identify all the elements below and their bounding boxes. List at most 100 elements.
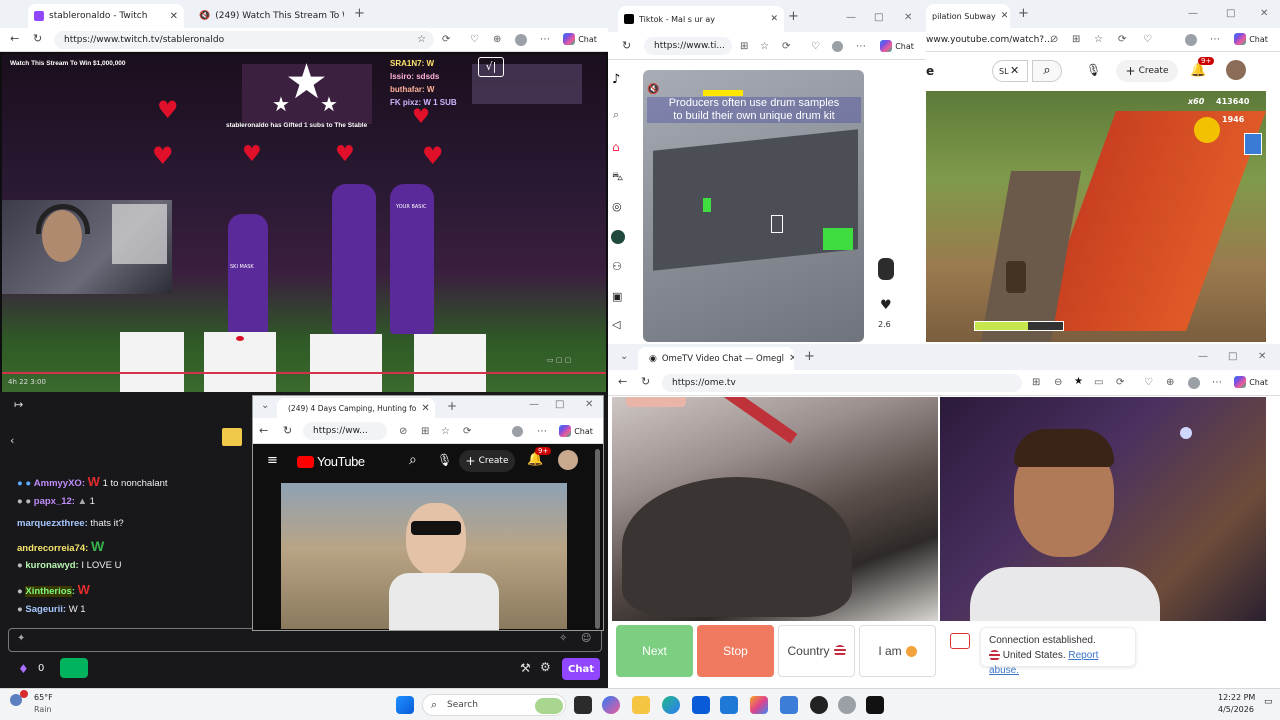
notepad-icon[interactable] <box>780 696 798 714</box>
copilot-chat-button[interactable]: Chat <box>563 33 597 45</box>
mail-icon[interactable] <box>720 696 738 714</box>
clear-search-icon[interactable]: ✕ <box>1010 64 1019 77</box>
stop-button[interactable]: Stop <box>697 625 774 677</box>
favorite-star-icon[interactable]: ☆ <box>1094 34 1103 45</box>
copilot-chat-button[interactable]: Chat <box>1234 33 1268 45</box>
tab-ometv[interactable]: ◉ OmeTV Video Chat — Omegl ✕ <box>638 347 794 370</box>
app-icon[interactable] <box>838 696 856 714</box>
account-avatar[interactable] <box>1226 60 1246 80</box>
minimize-icon[interactable]: — <box>1188 8 1198 19</box>
close-window-icon[interactable]: ✕ <box>585 399 593 410</box>
split-screen-icon[interactable]: ⊞ <box>740 41 748 52</box>
taskbar-search[interactable]: ⌕ Search <box>422 694 566 716</box>
chat-username[interactable]: AmmyyXO <box>34 478 82 489</box>
new-tab-icon[interactable]: + <box>354 6 365 21</box>
reload-icon[interactable]: ↻ <box>622 39 631 52</box>
like-heart-icon[interactable]: ♥ <box>880 298 892 313</box>
url-field[interactable]: www.youtube.com/watch?... <box>926 31 1053 49</box>
minimize-icon[interactable]: — <box>1198 351 1208 362</box>
copilot-chat-button[interactable]: Chat <box>1234 376 1268 388</box>
url-field[interactable]: https://ww... <box>303 422 387 440</box>
notifications-icon[interactable]: ▭ <box>1264 697 1273 707</box>
chat-input[interactable]: ✦ ✧ ☺ <box>8 628 602 652</box>
back-icon[interactable]: ← <box>10 32 19 45</box>
favorite-star-icon[interactable]: ☆ <box>417 34 426 45</box>
extensions-icon[interactable]: ♡ <box>1144 377 1153 388</box>
create-button[interactable]: + Create <box>1116 60 1178 82</box>
collapse-chat-icon[interactable]: ↦ <box>14 398 23 411</box>
maximize-icon[interactable]: □ <box>555 399 564 410</box>
profile-avatar-icon[interactable] <box>1188 377 1200 389</box>
channel-points-icon[interactable]: ♦ <box>18 662 29 676</box>
chat-username[interactable]: kuronawyd <box>25 560 75 571</box>
minimize-icon[interactable]: — <box>529 399 539 410</box>
more-menu-icon[interactable]: ⋯ <box>1210 34 1220 45</box>
chevron-left-icon[interactable]: ‹ <box>10 434 14 447</box>
chat-username[interactable]: andrecorreia74 <box>17 543 85 554</box>
new-tab-icon[interactable]: + <box>447 399 457 413</box>
live-icon[interactable]: ▣ <box>612 290 622 303</box>
mute-icon[interactable]: 🔇 <box>647 84 659 95</box>
close-window-icon[interactable]: ✕ <box>1260 8 1268 19</box>
tab-subway-compilation[interactable]: pilation Subway ✕ <box>926 4 1010 28</box>
favorite-star-icon[interactable]: ☆ <box>760 41 769 52</box>
tab-actions-icon[interactable]: ⌄ <box>620 351 628 362</box>
shop-icon[interactable]: ⛍ <box>612 170 623 185</box>
reader-icon[interactable]: ⊖ <box>1054 377 1062 388</box>
task-view-icon[interactable] <box>574 696 592 714</box>
tab-actions-icon[interactable]: ⌄ <box>261 400 269 411</box>
new-tab-icon[interactable]: + <box>788 9 799 24</box>
refresh-icon[interactable]: ⟳ <box>1116 377 1124 388</box>
photos-icon[interactable] <box>750 696 768 714</box>
chat-username[interactable]: marquezxthree <box>17 518 85 529</box>
camera-icon[interactable]: ▭ <box>1094 377 1103 388</box>
new-tab-icon[interactable]: + <box>1018 6 1029 21</box>
creator-avatar[interactable] <box>878 258 894 280</box>
reload-icon[interactable]: ↻ <box>641 375 650 388</box>
store-icon[interactable] <box>692 696 710 714</box>
clock-date[interactable]: 4/5/2026 <box>1218 705 1254 714</box>
tab-youtube-camping[interactable]: (249) 4 Days Camping, Hunting fo ✕ <box>277 398 435 418</box>
mod-icon[interactable]: ⚒ <box>520 661 531 675</box>
tracking-icon[interactable]: ♡ <box>1143 34 1152 45</box>
split-screen-icon[interactable]: ⊞ <box>1032 377 1040 388</box>
close-icon[interactable]: ✕ <box>170 11 178 22</box>
profile-avatar-icon[interactable] <box>832 41 843 52</box>
home-icon[interactable]: ⌂ <box>612 140 620 154</box>
account-avatar[interactable] <box>558 450 578 470</box>
video-progress-bar[interactable] <box>2 372 606 374</box>
extensions-icon[interactable]: ♡ <box>811 41 820 52</box>
youtube-small-video[interactable] <box>281 483 567 630</box>
extensions-icon[interactable]: ⊘ <box>1050 34 1058 45</box>
youtube-logo-icon[interactable] <box>297 456 314 468</box>
i-am-button[interactable]: I am <box>859 625 936 677</box>
search-icon[interactable]: ⌕ <box>409 452 417 468</box>
back-icon[interactable]: ← <box>618 375 627 388</box>
extensions-icon[interactable]: ⟳ <box>442 34 450 45</box>
edge-browser-icon[interactable] <box>662 696 680 714</box>
extensions-icon[interactable]: ⊘ <box>399 426 407 437</box>
twitch-video-player[interactable]: Watch This Stream To Win $1,000,000 ★ ★ … <box>2 54 606 392</box>
profile-avatar-icon[interactable] <box>512 426 523 437</box>
scrollbar[interactable] <box>595 449 600 629</box>
microphone-icon[interactable]: 🎙 <box>437 453 452 467</box>
close-icon[interactable]: ✕ <box>421 403 429 414</box>
new-tab-icon[interactable]: + <box>804 349 815 364</box>
copilot-chat-button[interactable]: Chat <box>559 425 593 437</box>
live-avatar-icon[interactable] <box>611 230 625 244</box>
gift-icon[interactable] <box>222 428 242 446</box>
close-icon[interactable]: ✕ <box>789 353 794 364</box>
capcut-icon[interactable] <box>866 696 884 714</box>
copilot-app-icon[interactable] <box>602 696 620 714</box>
start-windows-icon[interactable] <box>396 696 414 714</box>
settings-gear-icon[interactable]: ⚙ <box>540 660 551 674</box>
close-icon[interactable]: ✕ <box>770 14 778 24</box>
create-button[interactable]: + Create <box>459 450 515 472</box>
close-icon[interactable]: ✕ <box>1001 11 1009 21</box>
url-field[interactable]: https://ome.tv <box>662 374 1022 392</box>
search-icon[interactable]: ⌕ <box>613 108 619 122</box>
collections-icon[interactable]: ⊕ <box>1166 377 1174 388</box>
url-field[interactable]: https://www.twitch.tv/stableronaldo <box>54 31 434 49</box>
tab-twitch[interactable]: stableronaldo - Twitch ✕ <box>28 4 184 28</box>
prediction-button[interactable] <box>60 658 88 678</box>
